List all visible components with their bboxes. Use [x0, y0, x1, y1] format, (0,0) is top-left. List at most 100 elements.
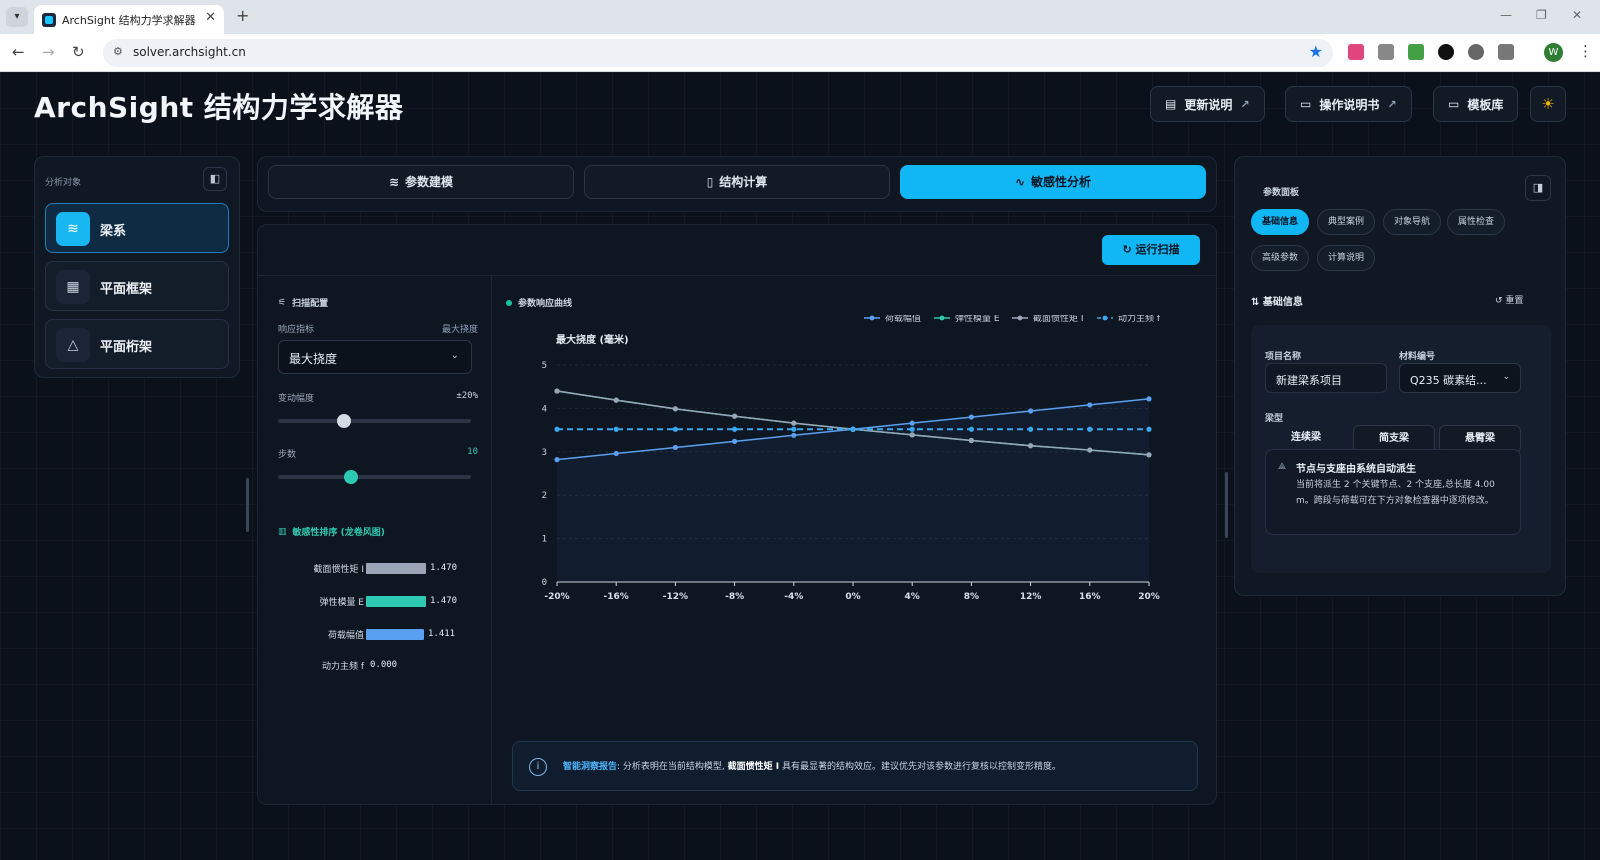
chevron-down-icon: ⌄: [450, 350, 459, 361]
app-root: ArchSight 结构力学求解器 ▤ 更新说明 ↗ ▭ 操作说明书 ↗ ▭ 模…: [0, 72, 1600, 860]
legend-dot: [1017, 315, 1023, 321]
tab-sensitivity[interactable]: ∿ 敏感性分析: [900, 165, 1206, 199]
reload-icon[interactable]: ↻: [72, 43, 85, 61]
sync-extension-icon[interactable]: [1468, 44, 1484, 60]
collapse-left-panel-button[interactable]: ◧: [203, 167, 227, 191]
data-point: [554, 426, 560, 432]
x-tick-label: 16%: [1079, 592, 1101, 602]
pill-object-nav[interactable]: 对象导航: [1383, 209, 1441, 235]
browser-tab-bar: ▾ ArchSight 结构力学求解器 ✕ + — ❐ ✕: [0, 0, 1600, 34]
extension-icon[interactable]: [1348, 44, 1364, 60]
y-axis-label: 最大挠度 (毫米): [556, 333, 629, 346]
range-slider[interactable]: [278, 414, 471, 428]
data-point: [968, 426, 974, 432]
clipboard-icon: ▤: [1165, 97, 1177, 111]
project-name-input[interactable]: 新建梁系项目: [1265, 363, 1387, 393]
object-item-label: 梁系: [100, 224, 127, 239]
tab-search-icon[interactable]: ▾: [6, 7, 28, 27]
puzzle-extension-icon[interactable]: [1498, 44, 1514, 60]
url-field[interactable]: ⚙ solver.archsight.cn ★: [103, 39, 1333, 67]
pill-advanced[interactable]: 高级参数: [1251, 245, 1309, 271]
sidebar-collapse-icon: ◨: [1532, 181, 1544, 194]
pill-calc-notes[interactable]: 计算说明: [1317, 245, 1375, 271]
x-tick-label: -12%: [663, 592, 688, 602]
grid-extension-icon[interactable]: [1408, 44, 1424, 60]
area-fill: [557, 398, 1149, 582]
close-window-icon[interactable]: ✕: [1572, 8, 1582, 22]
legend-dot: [939, 315, 945, 321]
ranking-row: 荷载幅值 1.411: [282, 626, 482, 642]
data-point: [791, 420, 797, 426]
project-name-label: 项目名称: [1265, 352, 1302, 362]
data-point: [554, 388, 560, 394]
insight-title: 智能洞察报告: [563, 762, 618, 772]
restore-icon[interactable]: ❐: [1536, 8, 1547, 22]
circle-extension-icon[interactable]: [1438, 44, 1454, 60]
profile-avatar[interactable]: W: [1544, 43, 1563, 62]
legend-label: 动力主频 f: [1118, 315, 1161, 324]
forward-icon[interactable]: →: [42, 43, 55, 61]
ranking-value: 1.411: [428, 629, 456, 639]
pill-property-check[interactable]: 属性检查: [1447, 209, 1505, 235]
tab-calculation[interactable]: ▯ 结构计算: [584, 165, 890, 199]
material-select[interactable]: Q235 碳素结... ⌄: [1399, 363, 1521, 393]
divider: [491, 276, 492, 804]
data-point: [1146, 426, 1152, 432]
bar-chart-icon: ▥: [278, 526, 287, 537]
insight-report: i 智能洞察报告: 分析表明在当前结构模型, 截面惯性矩 I 具有最显著的结构效…: [512, 741, 1198, 791]
info-icon: i: [529, 758, 547, 776]
collapse-right-panel-button[interactable]: ◨: [1525, 175, 1551, 201]
object-item-frame[interactable]: ▦ 平面框架: [45, 261, 229, 311]
external-link-icon: ↗: [1240, 97, 1250, 111]
steps-slider-handle[interactable]: [344, 470, 359, 484]
object-item-beam[interactable]: ≋ 梁系: [45, 203, 229, 253]
range-slider-handle[interactable]: [336, 414, 351, 428]
x-tick-label: 12%: [1020, 592, 1042, 602]
material-selected: Q235 碳素结...: [1410, 374, 1487, 387]
reset-button[interactable]: ↺ 重置: [1495, 293, 1523, 306]
range-value: ±20%: [456, 391, 478, 401]
back-icon[interactable]: ←: [12, 43, 25, 61]
right-resize-handle[interactable]: [1225, 472, 1228, 538]
tab-modeling[interactable]: ≋ 参数建模: [268, 165, 574, 199]
new-tab-icon[interactable]: +: [236, 6, 249, 25]
run-scan-button[interactable]: ↻ 运行扫描: [1102, 235, 1200, 265]
changelog-button[interactable]: ▤ 更新说明 ↗: [1150, 86, 1265, 122]
ranking-bar: [366, 629, 424, 640]
minimize-icon[interactable]: —: [1500, 8, 1512, 22]
x-tick-label: -4%: [784, 592, 803, 602]
basic-info-card: 项目名称 新建梁系项目 材料编号 Q235 碳素结... ⌄ 梁型 连续梁 简支…: [1251, 325, 1551, 573]
qr-extension-icon[interactable]: [1378, 44, 1394, 60]
bookmark-star-icon[interactable]: ★: [1309, 42, 1323, 61]
favicon-icon: [42, 13, 56, 27]
data-point: [613, 426, 619, 432]
steps-slider[interactable]: [278, 470, 471, 484]
pill-basic-info[interactable]: 基础信息: [1251, 209, 1309, 235]
external-link-icon: ↗: [1387, 97, 1397, 111]
run-scan-label: 运行扫描: [1135, 243, 1180, 256]
pill-cases[interactable]: 典型案例: [1317, 209, 1375, 235]
object-item-truss[interactable]: △ 平面桁架: [45, 319, 229, 369]
data-point: [968, 437, 974, 444]
ranking-row: 动力主频 f 0.000: [282, 657, 482, 673]
material-label: 材料编号: [1399, 352, 1436, 362]
reset-icon: ↺: [1495, 296, 1503, 306]
ranking-row: 弹性模量 E 1.470: [282, 593, 482, 609]
data-point: [1087, 402, 1093, 408]
y-tick-label: 2: [542, 491, 547, 501]
x-tick-label: -20%: [544, 592, 569, 602]
browser-menu-icon[interactable]: ⋮: [1578, 42, 1593, 60]
data-point: [1028, 408, 1034, 414]
left-resize-handle[interactable]: [246, 478, 249, 532]
metric-select[interactable]: 最大挠度 ⌄: [278, 340, 472, 374]
x-tick-label: -8%: [725, 592, 744, 602]
templates-button[interactable]: ▭ 模板库: [1433, 86, 1519, 122]
data-point: [672, 426, 678, 432]
manual-button[interactable]: ▭ 操作说明书 ↗: [1285, 86, 1412, 122]
theme-toggle-button[interactable]: ☀: [1530, 86, 1566, 122]
analysis-object-panel: 分析对象 ◧ ≋ 梁系 ▦ 平面框架 △ 平面桁架: [34, 156, 240, 378]
site-info-icon[interactable]: ⚙: [113, 45, 123, 58]
legend-label: 截面惯性矩 I: [1033, 315, 1084, 324]
browser-tab[interactable]: ArchSight 结构力学求解器 ✕: [34, 5, 224, 34]
close-tab-icon[interactable]: ✕: [205, 10, 216, 25]
